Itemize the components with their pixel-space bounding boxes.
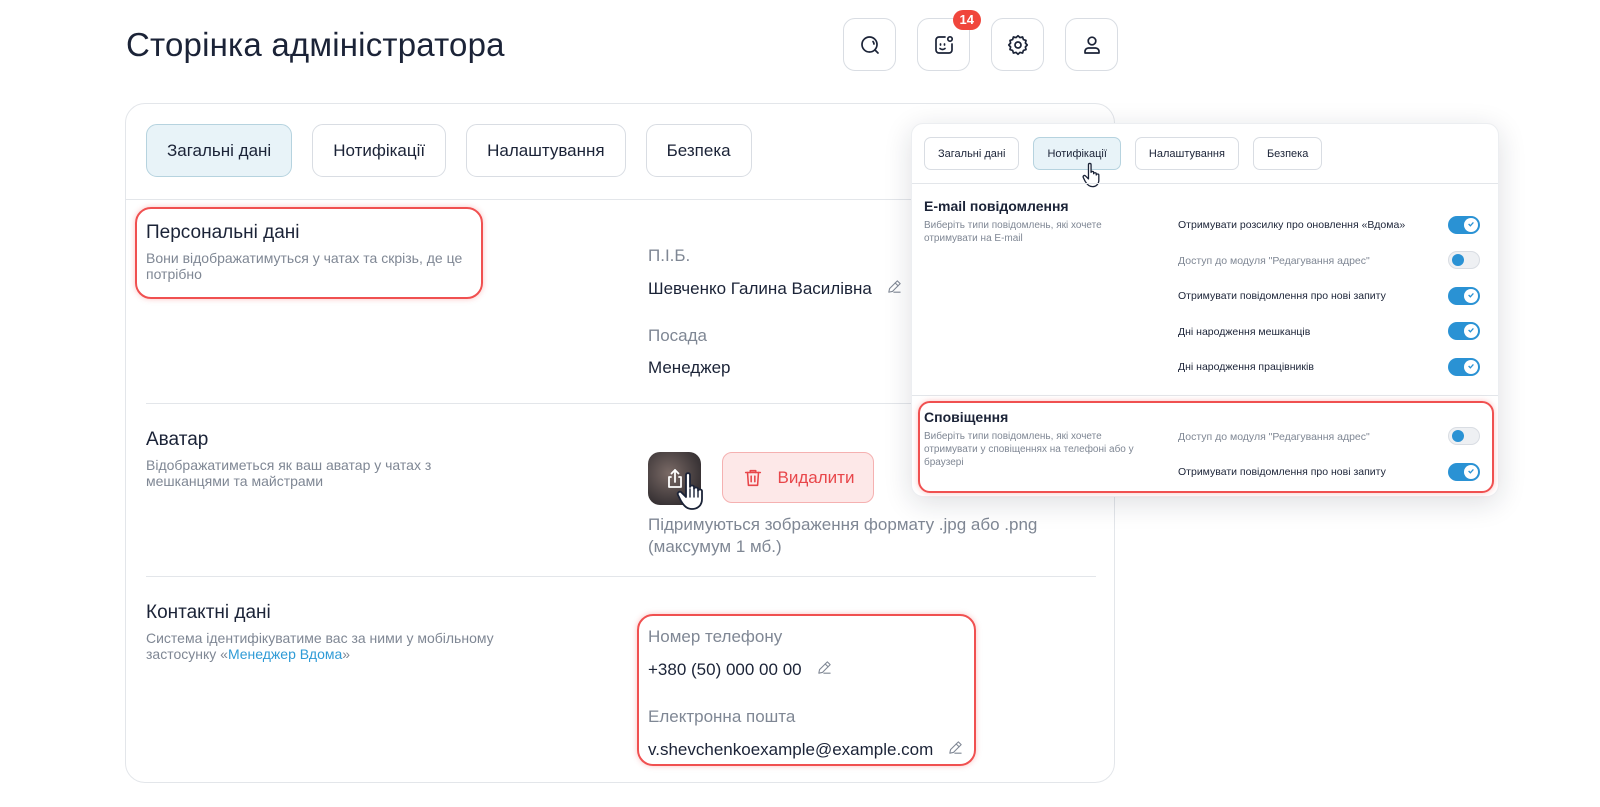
tab-settings[interactable]: Налаштування [466,124,626,177]
pencil-icon [888,280,901,293]
email-row-label: Отримувати повідомлення про нові запиту [1178,290,1386,302]
email-value: v.shevchenkoexample@example.com [648,740,934,759]
email-field: v.shevchenkoexample@example.com [648,739,964,761]
page-title: Сторінка адміністратора [126,26,505,63]
pencil-icon [817,661,831,674]
tab-security[interactable]: Безпека [645,124,752,177]
pencil-icon [949,741,963,754]
email-row-label: Дні народження працівників [1178,361,1314,373]
phone-label: Номер телефону [648,627,783,646]
phone-value: +380 (50) 000 00 00 [648,660,802,679]
contacts-title: Контактні дані [146,602,271,623]
popup-tab-notifications[interactable]: Нотифікації [1033,137,1121,170]
name-field: Шевченко Галина Василівна [648,278,903,300]
name-value: Шевченко Галина Василівна [648,279,872,298]
check-icon [1468,221,1474,227]
alerts-desc: Виберіть типи повідомлень, які хочете от… [924,431,1134,468]
notifications-button[interactable]: 14 [917,10,981,71]
notifications-preview-panel: Загальні дані Нотифікації Налаштування Б… [911,123,1499,497]
popup-tab-general[interactable]: Загальні дані [924,137,1020,170]
personal-highlight [135,207,483,299]
position-label: Посада [648,326,708,345]
popup-tab-settings[interactable]: Налаштування [1134,137,1239,170]
section-divider [146,576,1096,577]
alert-toggle[interactable] [1448,427,1480,445]
tab-notifications[interactable]: Нотифікації [312,124,447,177]
alert-row-label: Отримувати повідомлення про нові запиту [1178,466,1386,478]
avatar-desc: Відображатиметься як ваш аватар у чатах … [146,457,432,489]
profile-button[interactable] [1065,18,1118,71]
search-button[interactable] [843,18,896,71]
contacts-desc: Система ідентифікуватиме вас за ними у м… [146,630,494,662]
email-notif-desc: Виберіть типи повідомлень, які хочете от… [924,220,1102,244]
alert-row-label: Доступ до модуля "Редагування адрес" [1178,431,1370,443]
search-icon [860,35,879,54]
settings-button[interactable] [991,18,1044,71]
position-value: Менеджер [648,358,731,377]
name-label: П.І.Б. [648,246,691,265]
email-row-label: Доступ до модуля "Редагування адрес" [1178,255,1370,267]
avatar-format-hint: Підримуються зображення формату .jpg або… [648,515,1038,556]
avatar-title: Аватар [146,429,209,450]
delete-avatar-button[interactable]: Видалити [722,452,874,503]
edit-phone-button[interactable] [816,659,833,681]
email-toggle[interactable] [1448,322,1480,340]
alert-toggle[interactable] [1448,463,1480,481]
check-icon [1468,327,1474,333]
email-toggle[interactable] [1448,216,1480,234]
popup-tabs-divider [912,183,1498,184]
hand-cursor-icon [1082,162,1100,188]
gear-icon [1007,34,1028,55]
tab-general[interactable]: Загальні дані [146,124,293,177]
alerts-title: Сповіщення [924,409,1009,425]
email-label: Електронна пошта [648,707,796,726]
email-toggle[interactable] [1448,358,1480,376]
email-toggle[interactable] [1448,287,1480,305]
phone-field: +380 (50) 000 00 00 [648,659,833,681]
popup-section-divider [912,395,1498,396]
manager-app-link[interactable]: Менеджер Вдома [228,646,342,662]
email-row-label: Отримувати розсилку про оновлення «Вдома… [1178,219,1406,231]
check-icon [1468,468,1474,474]
hand-cursor-icon [676,472,703,510]
email-notif-title: E-mail повідомлення [924,198,1069,214]
header-actions: 14 [843,10,1118,71]
popup-tabs: Загальні дані Нотифікації Налаштування Б… [924,137,1323,170]
delete-avatar-label: Видалити [777,467,855,487]
check-icon [1468,292,1474,298]
popup-tab-security[interactable]: Безпека [1252,137,1323,170]
trash-icon [744,469,761,486]
notifications-badge: 14 [952,10,981,30]
main-tabs: Загальні дані Нотифікації Налаштування Б… [146,124,752,177]
check-icon [1468,363,1474,369]
user-icon [1083,35,1100,54]
email-row-label: Дні народження мешканців [1178,326,1311,338]
notifications-icon [934,35,953,54]
edit-email-button[interactable] [947,739,964,761]
email-toggle[interactable] [1448,251,1480,269]
edit-name-button[interactable] [886,278,903,300]
